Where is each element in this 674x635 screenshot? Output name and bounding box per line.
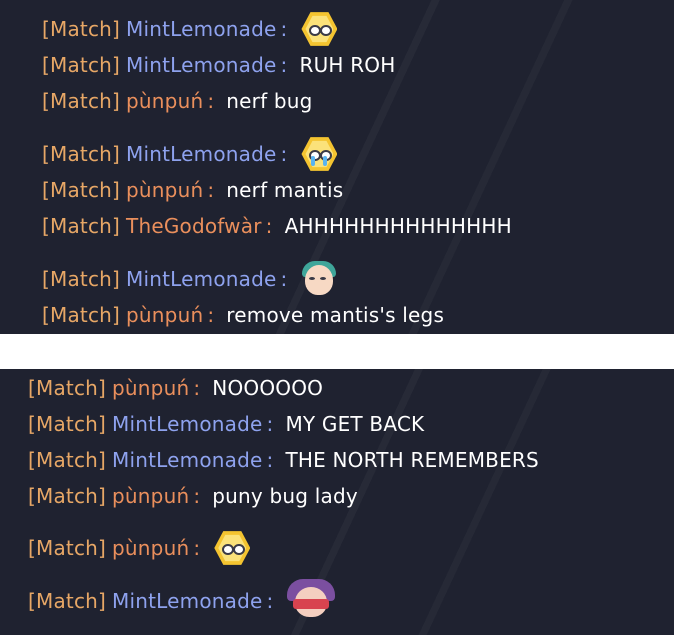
girl-sticker-emote	[299, 259, 339, 299]
separator: :	[193, 536, 201, 560]
chat-message: [Match] pùnpuń : puny bug lady	[28, 478, 358, 514]
channel-tag: [Match]	[42, 17, 121, 41]
channel-tag: [Match]	[28, 589, 107, 613]
channel-tag: [Match]	[42, 267, 121, 291]
message-text: NOOOOOO	[212, 376, 324, 400]
player-name[interactable]: pùnpuń	[112, 484, 189, 508]
separator: :	[193, 376, 201, 400]
channel-tag: [Match]	[42, 303, 121, 327]
chat-message: [Match] pùnpuń : remove mantis's legs	[42, 297, 444, 333]
masked-hero-emote	[285, 577, 337, 625]
message-text: nerf bug	[226, 89, 313, 113]
message-text: nerf mantis	[226, 178, 344, 202]
channel-tag: [Match]	[42, 89, 121, 113]
player-name[interactable]: MintLemonade	[126, 142, 276, 166]
channel-tag: [Match]	[28, 376, 107, 400]
separator: :	[280, 17, 288, 41]
player-name[interactable]: pùnpuń	[126, 89, 203, 113]
player-name[interactable]: MintLemonade	[126, 17, 276, 41]
separator: :	[193, 484, 201, 508]
chat-message: [Match] MintLemonade :	[42, 261, 339, 297]
player-name[interactable]: MintLemonade	[112, 589, 262, 613]
chat-message: [Match] MintLemonade : RUH ROH	[42, 47, 395, 83]
player-name[interactable]: MintLemonade	[112, 412, 262, 436]
channel-tag: [Match]	[28, 448, 107, 472]
separator: :	[280, 267, 288, 291]
message-text: AHHHHHHHHHHHHHH	[284, 214, 512, 238]
chat-message: [Match] MintLemonade : MY GET BACK	[28, 406, 424, 442]
player-name[interactable]: pùnpuń	[126, 178, 203, 202]
separator: :	[266, 448, 274, 472]
channel-tag: [Match]	[28, 412, 107, 436]
separator: :	[207, 303, 215, 327]
separator: :	[280, 53, 288, 77]
chat-panel-top: [Match] MintLemonade : [Match] MintLemon…	[0, 0, 674, 334]
channel-tag: [Match]	[28, 536, 107, 560]
channel-tag: [Match]	[28, 484, 107, 508]
player-name[interactable]: MintLemonade	[112, 448, 262, 472]
crying-bee-emote	[299, 134, 339, 174]
player-name[interactable]: pùnpuń	[112, 536, 189, 560]
chat-message: [Match] pùnpuń : NOOOOOO	[28, 370, 323, 406]
chat-message: [Match] pùnpuń : nerf bug	[42, 83, 313, 119]
player-name[interactable]: MintLemonade	[126, 267, 276, 291]
chat-message: [Match] MintLemonade :	[42, 11, 339, 47]
separator: :	[280, 142, 288, 166]
separator: :	[265, 214, 273, 238]
chat-panel-bottom: [Match] pùnpuń : NOOOOOO [Match] MintLem…	[0, 369, 674, 635]
player-name[interactable]: TheGodofwàr	[126, 214, 262, 238]
separator: :	[266, 412, 274, 436]
annoyed-bee-emote	[299, 9, 339, 49]
channel-tag: [Match]	[42, 214, 121, 238]
message-text: remove mantis's legs	[226, 303, 445, 327]
message-text: RUH ROH	[299, 53, 396, 77]
annoyed-bee-emote	[212, 528, 252, 568]
separator: :	[207, 178, 215, 202]
channel-tag: [Match]	[42, 142, 121, 166]
separator: :	[266, 589, 274, 613]
chat-message: [Match] pùnpuń : nerf mantis	[42, 172, 343, 208]
chat-message: [Match] MintLemonade :	[28, 579, 337, 619]
message-text: MY GET BACK	[285, 412, 425, 436]
player-name[interactable]: pùnpuń	[126, 303, 203, 327]
player-name[interactable]: pùnpuń	[112, 376, 189, 400]
chat-message: [Match] pùnpuń :	[28, 530, 252, 566]
chat-message: [Match] TheGodofwàr : AHHHHHHHHHHHHHH	[42, 208, 512, 244]
message-text: puny bug lady	[212, 484, 358, 508]
chat-message: [Match] MintLemonade :	[42, 136, 339, 172]
channel-tag: [Match]	[42, 53, 121, 77]
message-text: THE NORTH REMEMBERS	[285, 448, 539, 472]
chat-message: [Match] MintLemonade : THE NORTH REMEMBE…	[28, 442, 539, 478]
player-name[interactable]: MintLemonade	[126, 53, 276, 77]
separator: :	[207, 89, 215, 113]
channel-tag: [Match]	[42, 178, 121, 202]
